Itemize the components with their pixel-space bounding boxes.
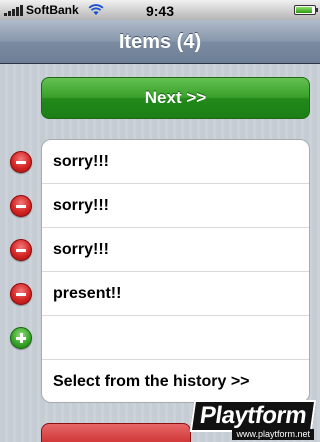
delete-item-2-icon[interactable] xyxy=(10,195,32,217)
battery-icon xyxy=(294,5,318,15)
watermark-logo: Playtform www.playtform.net xyxy=(166,400,318,440)
status-bar: SoftBank 9:43 xyxy=(0,0,320,20)
page-title: Items (4) xyxy=(118,31,202,53)
delete-item-3-icon[interactable] xyxy=(10,239,32,261)
watermark-url: www.playtform.net xyxy=(232,429,314,440)
watermark-logo-text: Playtform xyxy=(189,400,317,432)
list-item[interactable]: sorry!!! xyxy=(42,140,309,184)
add-item-icon[interactable] xyxy=(10,327,32,349)
list-item[interactable]: present!! xyxy=(42,272,309,316)
items-list: sorry!!! sorry!!! sorry!!! present!! Sel… xyxy=(41,139,310,403)
battery-fill xyxy=(296,7,313,13)
status-time: 9:43 xyxy=(145,3,175,19)
history-button[interactable]: Select from the history >> xyxy=(42,360,309,402)
new-item-field[interactable] xyxy=(42,316,309,360)
next-button[interactable]: Next >> xyxy=(41,77,310,119)
list-item[interactable]: sorry!!! xyxy=(42,228,309,272)
delete-item-1-icon[interactable] xyxy=(10,151,32,173)
navigation-bar: Items (4) xyxy=(0,20,320,64)
delete-item-4-icon[interactable] xyxy=(10,283,32,305)
list-item[interactable]: sorry!!! xyxy=(42,184,309,228)
